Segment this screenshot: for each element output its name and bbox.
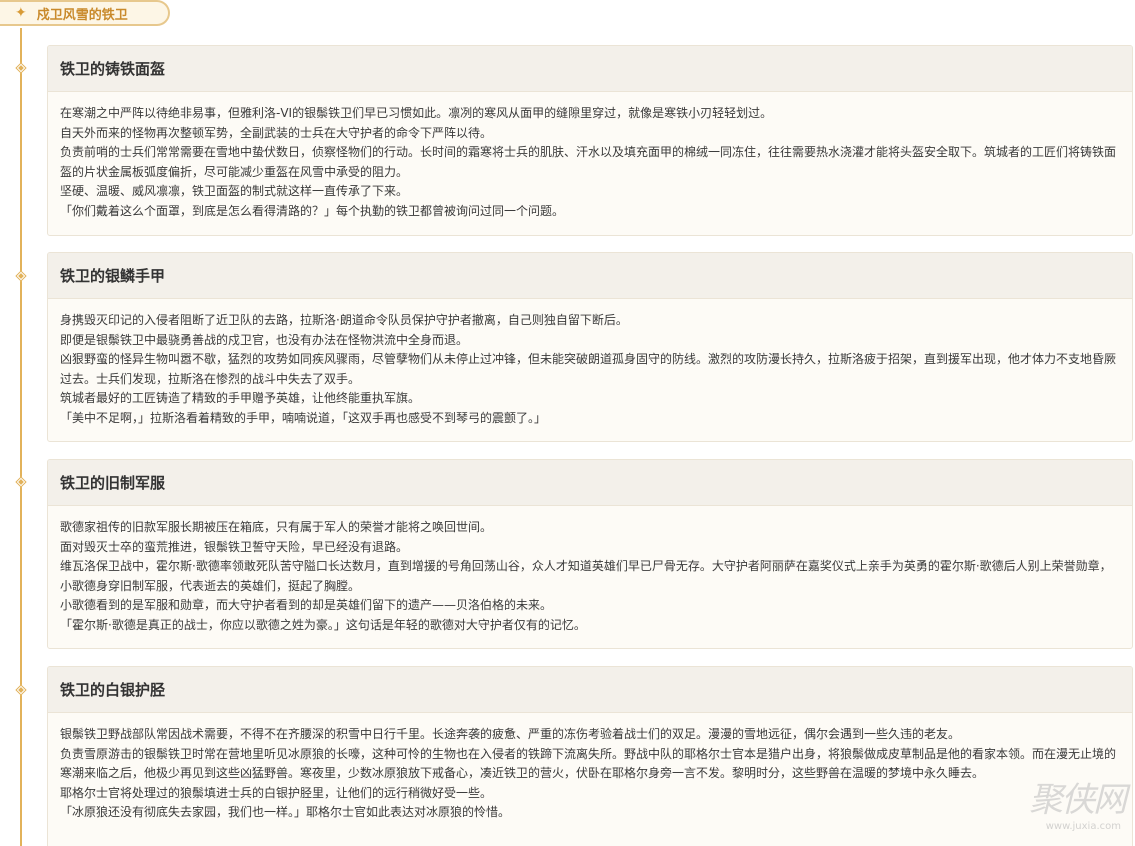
card-body: 在寒潮之中严阵以待绝非易事，但雅利洛-VI的银鬃铁卫们早已习惯如此。凛冽的寒风从… — [48, 92, 1132, 229]
timeline-dot — [15, 476, 27, 488]
watermark-url: www.juxia.com — [1045, 821, 1121, 832]
paragraph: 凶狠野蛮的怪异生物叫嚣不歇，猛烈的攻势如同疾风骤雨，尽管孽物们从未停止过冲锋，但… — [60, 352, 1117, 386]
paragraph: 维瓦洛保卫战中，霍尔斯·歌德率领敢死队苦守隘口长达数月，直到增援的号角回荡山谷，… — [60, 559, 1112, 593]
paragraph: 耶格尔士官将处理过的狼鬃填进士兵的白银护胫里，让他们的远行稍微好受一些。 — [60, 785, 493, 800]
paragraph: 负责雪原游击的银鬃铁卫时常在营地里听见冰原狼的长嚎，这种可怜的生物也在入侵者的铁… — [60, 746, 1117, 781]
paragraph: 在寒潮之中严阵以待绝非易事，但雅利洛-VI的银鬃铁卫们早已习惯如此。凛冽的寒风从… — [60, 106, 773, 120]
watermark-logo: 聚侠网 www.juxia.com — [1005, 772, 1127, 832]
card-header: 铁卫的银鳞手甲 — [48, 253, 1132, 299]
paragraph: 自天外而来的怪物再次整顿军势，全副武装的士兵在大守护者的命令下严阵以待。 — [60, 125, 493, 140]
item-card-helmet: 铁卫的铸铁面盔 在寒潮之中严阵以待绝非易事，但雅利洛-VI的银鬃铁卫们早已习惯如… — [47, 45, 1133, 236]
timeline-dot — [15, 270, 27, 282]
card-header: 铁卫的旧制军服 — [48, 460, 1132, 506]
timeline-dot — [15, 62, 27, 74]
timeline-dot — [15, 684, 27, 696]
card-title: 铁卫的白银护胫 — [60, 681, 166, 699]
timeline-line — [20, 28, 22, 846]
card-body: 银鬃铁卫野战部队常因战术需要，不得不在齐腰深的积雪中日行千里。长途奔袭的疲惫、严… — [48, 713, 1132, 831]
card-title: 铁卫的铸铁面盔 — [60, 60, 166, 78]
sparkle-icon: ✦ — [15, 5, 27, 21]
paragraph: 面对毁灭士卒的蛮荒推进，银鬃铁卫誓守天险，早已经没有退路。 — [60, 539, 409, 554]
paragraph: 歌德家祖传的旧款军服长期被压在箱底，只有属于军人的荣誉才能将之唤回世间。 — [60, 520, 493, 534]
item-card-greaves: 铁卫的白银护胫 银鬃铁卫野战部队常因战术需要，不得不在齐腰深的积雪中日行千里。长… — [47, 666, 1133, 846]
card-body: 身携毁灭印记的入侵者阻断了近卫队的去路，拉斯洛·朗道命令队员保护守护者撤离，自己… — [48, 299, 1132, 436]
card-header: 铁卫的铸铁面盔 — [48, 46, 1132, 92]
watermark-text: 聚侠网 — [1029, 780, 1127, 820]
paragraph: 即便是银鬃铁卫中最骁勇善战的戍卫官，也没有办法在怪物洪流中全身而退。 — [60, 332, 469, 347]
paragraph: 身携毁灭印记的入侵者阻断了近卫队的去路，拉斯洛·朗道命令队员保护守护者撤离，自己… — [60, 313, 628, 327]
section-tag: ✦ 戍卫风雪的铁卫 — [0, 0, 170, 26]
paragraph: 银鬃铁卫野战部队常因战术需要，不得不在齐腰深的积雪中日行千里。长途奔袭的疲惫、严… — [60, 727, 961, 741]
paragraph: 小歌德看到的是军服和勋章，而大守护者看到的却是英雄们留下的遗产——贝洛伯格的未来… — [60, 598, 553, 612]
paragraph: 负责前哨的士兵们常常需要在雪地中蛰伏数日，侦察怪物们的行动。长时间的霜寒将士兵的… — [60, 145, 1117, 179]
item-card-gauntlets: 铁卫的银鳞手甲 身携毁灭印记的入侵者阻断了近卫队的去路，拉斯洛·朗道命令队员保护… — [47, 252, 1133, 442]
paragraph: 「霍尔斯·歌德是真正的战士，你应以歌德之姓为豪。」这句话是年轻的歌德对大守护者仅… — [60, 617, 586, 632]
card-title: 铁卫的银鳞手甲 — [60, 267, 166, 285]
page: ✦ 戍卫风雪的铁卫 铁卫的铸铁面盔 在寒潮之中严阵以待绝非易事，但雅利洛-VI的… — [0, 0, 1135, 846]
paragraph: 「冰原狼还没有彻底失去家园，我们也一样。」耶格尔士官如此表达对冰原狼的怜惜。 — [60, 805, 511, 819]
paragraph: 「美中不足啊，」拉斯洛看着精致的手甲，喃喃说道，「这双手再也感受不到琴弓的震颤了… — [60, 410, 547, 425]
paragraph: 筑城者最好的工匠铸造了精致的手甲赠予英雄，让他终能重执军旗。 — [60, 391, 421, 405]
item-card-uniform: 铁卫的旧制军服 歌德家祖传的旧款军服长期被压在箱底，只有属于军人的荣誉才能将之唤… — [47, 459, 1133, 649]
paragraph: 「你们戴着这么个面罩，到底是怎么看得清路的？」每个执勤的铁卫都曾被询问过同一个问… — [60, 203, 565, 218]
paragraph: 坚硬、温暖、威风凛凛，铁卫面盔的制式就这样一直传承了下来。 — [60, 184, 409, 198]
section-title: 戍卫风雪的铁卫 — [36, 7, 128, 23]
card-body: 歌德家祖传的旧款军服长期被压在箱底，只有属于军人的荣誉才能将之唤回世间。 面对毁… — [48, 506, 1132, 643]
card-title: 铁卫的旧制军服 — [60, 474, 166, 492]
card-header: 铁卫的白银护胫 — [48, 667, 1132, 713]
